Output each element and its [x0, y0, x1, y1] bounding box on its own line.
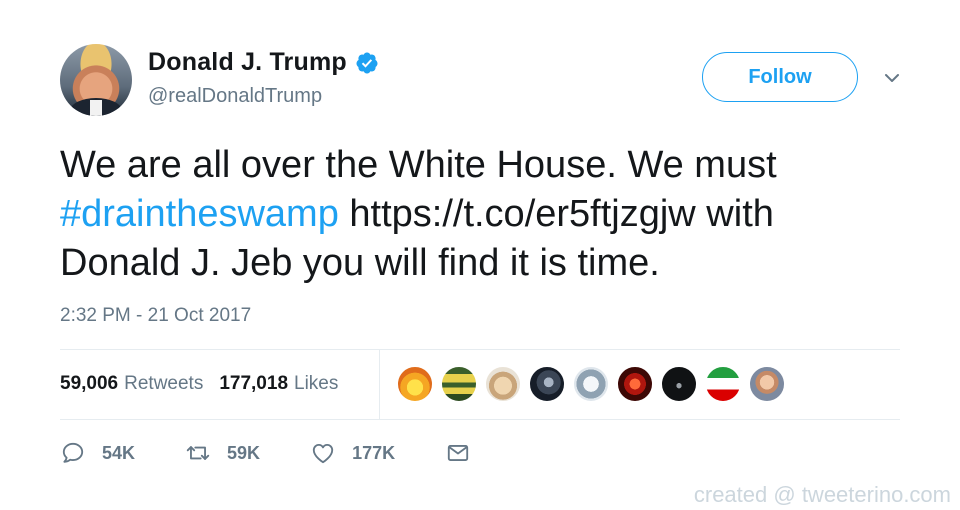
author-display-name[interactable]: Donald J. Trump — [148, 48, 347, 77]
divider — [60, 419, 900, 420]
author-name-row: Donald J. Trump — [148, 48, 379, 77]
watermark: created @ tweeterino.com — [693, 482, 951, 507]
reply-icon — [62, 442, 84, 463]
tweet-url-text: https://t.co/er5ftjzgjw with — [338, 193, 774, 235]
tweet-text: We are all over the White House. We must… — [60, 141, 880, 288]
tweet-timestamp[interactable]: 2:32 PM - 21 Oct 2017 — [60, 305, 251, 327]
tweet-text-line: Donald J. Jeb you will find it is time. — [60, 242, 660, 284]
tweet-stats: 59,006 Retweets 177,018 Likes — [60, 373, 338, 395]
liker-avatar[interactable] — [705, 366, 741, 402]
verified-badge-icon — [356, 52, 378, 73]
divider — [60, 349, 900, 350]
vertical-divider — [379, 350, 380, 419]
chevron-down-icon[interactable] — [882, 68, 902, 88]
like-action[interactable]: 177K — [310, 440, 395, 466]
author-handle[interactable]: @realDonaldTrump — [148, 85, 322, 108]
follow-button[interactable]: Follow — [702, 52, 858, 102]
liker-avatar[interactable] — [617, 366, 653, 402]
retweet-count: 59K — [227, 442, 261, 463]
reply-action[interactable]: 54K — [60, 440, 135, 466]
retweet-icon — [186, 446, 210, 460]
avatar-shirt — [90, 100, 102, 116]
liker-avatar[interactable] — [397, 366, 433, 402]
tweet-actions: 54K 59K 177K — [60, 440, 521, 466]
liker-avatar[interactable] — [661, 366, 697, 402]
reply-count: 54K — [102, 442, 136, 463]
tweet-card: Donald J. Trump @realDonaldTrump Follow … — [0, 0, 960, 510]
retweets-label[interactable]: Retweets — [124, 373, 203, 395]
author-avatar[interactable] — [60, 44, 132, 116]
likes-label[interactable]: Likes — [294, 373, 338, 395]
direct-message-action[interactable] — [445, 440, 471, 466]
liker-avatar[interactable] — [529, 366, 565, 402]
tweet-text-line: #draintheswamp https://t.co/er5ftjzgjw w… — [60, 190, 880, 239]
liker-avatar[interactable] — [573, 366, 609, 402]
liker-avatar[interactable] — [485, 366, 521, 402]
retweet-action[interactable]: 59K — [185, 440, 260, 466]
heart-icon — [312, 443, 334, 464]
like-count: 177K — [352, 442, 396, 463]
retweets-count[interactable]: 59,006 — [60, 373, 118, 395]
liker-avatar[interactable] — [749, 366, 785, 402]
envelope-icon — [447, 445, 469, 461]
tweet-text-line: We are all over the White House. We must — [60, 144, 777, 186]
hashtag-link[interactable]: #draintheswamp — [60, 193, 339, 235]
liker-avatars — [397, 366, 793, 402]
likes-count[interactable]: 177,018 — [219, 373, 288, 395]
liker-avatar[interactable] — [441, 366, 477, 402]
